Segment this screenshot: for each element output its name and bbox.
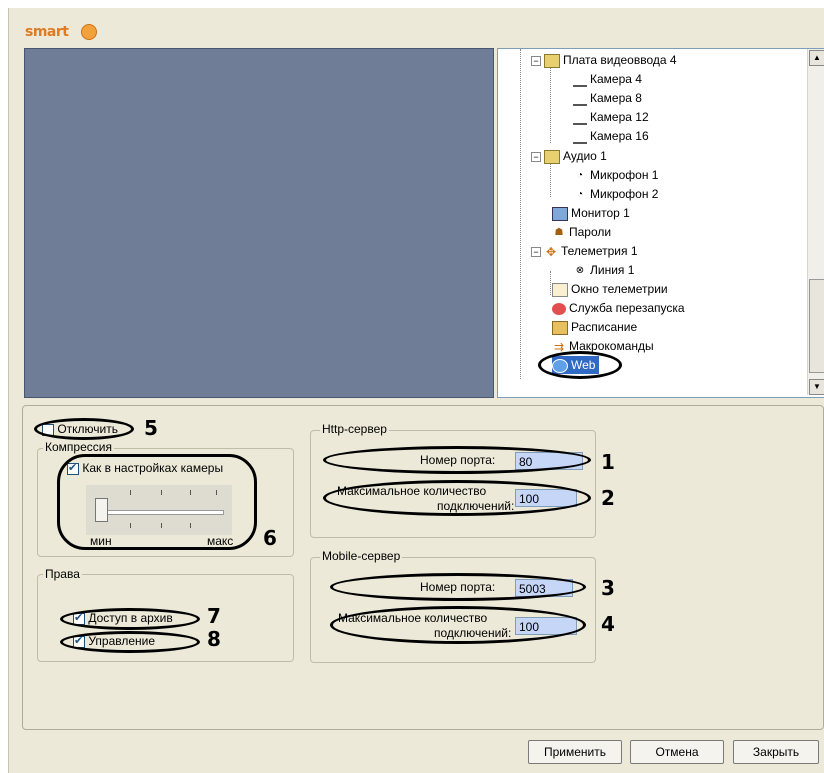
callout-1: 1 [601, 450, 615, 474]
tree-item-camera-12[interactable]: Камера 12 [573, 108, 649, 126]
logo-mark-icon [81, 24, 97, 40]
highlight-oval [57, 454, 257, 550]
mobile-server-title: Mobile-сервер [320, 549, 403, 563]
restart-service-icon [552, 302, 566, 315]
close-button[interactable]: Закрыть [733, 740, 819, 764]
highlight-oval [60, 608, 200, 630]
callout-6: 6 [263, 526, 277, 550]
tree-connector [550, 271, 551, 295]
object-tree[interactable]: − − − Плата видеоввода 4 Камера 4 Камера… [497, 48, 824, 398]
scroll-down-icon[interactable]: ▼ [809, 379, 824, 395]
highlight-oval [34, 418, 134, 440]
tree-item-telemetry-window[interactable]: Окно телеметрии [552, 280, 668, 298]
callout-2: 2 [601, 486, 615, 510]
schedule-icon [552, 320, 568, 335]
callout-7: 7 [207, 604, 221, 628]
tree-item-schedule[interactable]: Расписание [552, 318, 637, 336]
callout-5: 5 [144, 416, 158, 440]
callout-4: 4 [601, 612, 615, 636]
telemetry-icon: ✥ [545, 244, 557, 259]
tree-item-audio[interactable]: Аудио 1 [544, 147, 607, 165]
tree-item-mic-1[interactable]: ◔ Микрофон 1 [573, 166, 659, 184]
tree-item-camera-16[interactable]: Камера 16 [573, 127, 649, 145]
camera-icon [573, 111, 587, 125]
highlight-oval [330, 573, 586, 601]
audio-board-icon [544, 149, 560, 164]
tree-item-telemetry[interactable]: ✥ Телеметрия 1 [544, 242, 638, 260]
collapse-icon[interactable]: − [531, 152, 541, 162]
tree-connector [550, 63, 551, 143]
callout-3: 3 [601, 576, 615, 600]
callout-8: 8 [207, 627, 221, 651]
tree-item-restart-service[interactable]: Служба перезапуска [552, 299, 685, 317]
tree-item-monitor[interactable]: Монитор 1 [552, 204, 630, 222]
tree-item-capture-board[interactable]: Плата видеоввода 4 [544, 51, 677, 69]
video-preview [24, 48, 494, 398]
collapse-icon[interactable]: − [531, 247, 541, 257]
capture-board-icon [544, 53, 560, 68]
telemetry-window-icon [552, 282, 568, 297]
collapse-icon[interactable]: − [531, 56, 541, 66]
users-icon: ☗ [554, 226, 564, 238]
highlight-oval [60, 631, 200, 653]
camera-icon [573, 130, 587, 144]
app-logo: smart [25, 24, 69, 40]
monitor-icon [552, 206, 568, 221]
compression-title: Компрессия [43, 440, 114, 454]
tree-item-line[interactable]: ⊗ Линия 1 [573, 261, 635, 279]
camera-icon [573, 92, 587, 106]
rights-title: Права [43, 567, 82, 581]
highlight-oval [538, 351, 622, 379]
scroll-up-icon[interactable]: ▲ [809, 50, 824, 66]
cancel-button[interactable]: Отмена [630, 740, 724, 764]
tree-connector [520, 49, 521, 379]
scroll-thumb[interactable] [809, 279, 824, 373]
camera-icon [573, 73, 587, 87]
highlight-oval [323, 480, 591, 516]
tree-item-camera-4[interactable]: Камера 4 [573, 70, 642, 88]
line-icon: ⊗ [575, 264, 585, 276]
highlight-oval [323, 446, 591, 474]
microphone-icon: ◔ [576, 188, 584, 200]
highlight-oval [330, 606, 586, 644]
tree-scrollbar[interactable]: ▲ ▼ [807, 49, 824, 395]
tree-item-mic-2[interactable]: ◔ Микрофон 2 [573, 185, 659, 203]
apply-button[interactable]: Применить [528, 740, 622, 764]
tree-item-passwords[interactable]: ☗ Пароли [552, 223, 612, 241]
http-server-title: Http-сервер [320, 422, 389, 436]
tree-item-camera-8[interactable]: Камера 8 [573, 89, 642, 107]
microphone-icon: ◔ [576, 169, 584, 181]
